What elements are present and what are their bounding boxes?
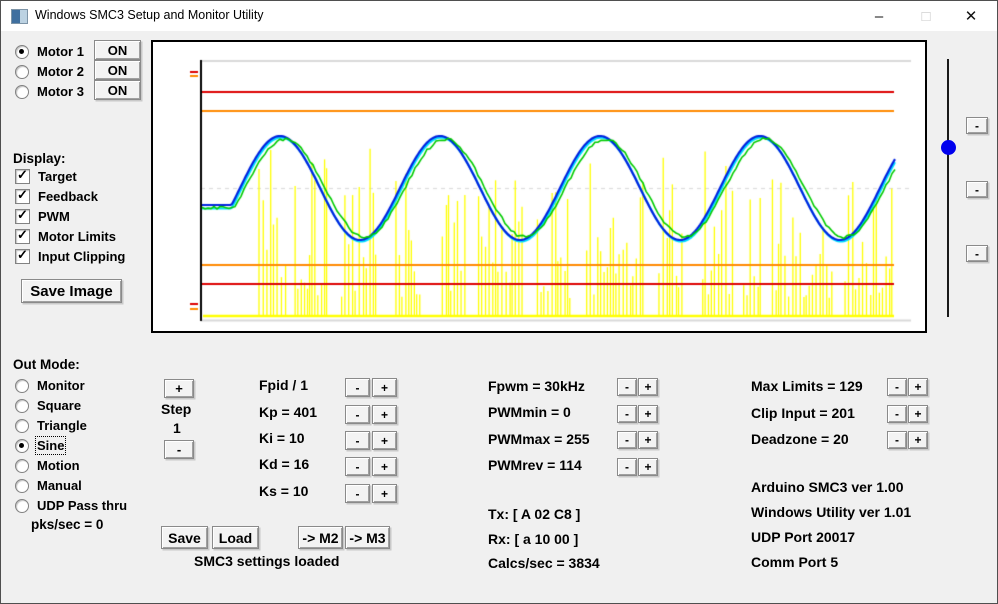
max-limits-minus-button[interactable]: - bbox=[887, 378, 907, 396]
out-mode-square-radio[interactable] bbox=[15, 398, 29, 413]
display-pwm-checkbox[interactable] bbox=[15, 207, 30, 224]
display-heading: Display: bbox=[13, 151, 66, 166]
clip-input-label: Clip Input = 201 bbox=[751, 405, 855, 421]
pwmmin-minus-button[interactable]: - bbox=[617, 405, 637, 423]
deadzone-minus-button[interactable]: - bbox=[887, 431, 907, 449]
slider-button-1[interactable]: - bbox=[966, 117, 988, 134]
ki-plus-button[interactable]: + bbox=[372, 431, 397, 450]
kd-plus-button[interactable]: + bbox=[372, 457, 397, 476]
kp-minus-button[interactable]: - bbox=[345, 405, 370, 424]
scope-canvas bbox=[153, 42, 925, 331]
pwmrev-plus-button[interactable]: + bbox=[638, 458, 658, 476]
display-pwm-label: PWM bbox=[38, 209, 70, 224]
out-mode-sine-radio[interactable] bbox=[15, 438, 29, 453]
clip-input-minus-button[interactable]: - bbox=[887, 405, 907, 423]
fpid-label: Fpid / 1 bbox=[259, 377, 308, 393]
fpwm-minus-button[interactable]: - bbox=[617, 378, 637, 396]
display-input-clipping-label: Input Clipping bbox=[38, 249, 126, 264]
ks-label: Ks = 10 bbox=[259, 483, 309, 499]
motor-1-on-button[interactable]: ON bbox=[94, 40, 141, 60]
kp-plus-button[interactable]: + bbox=[372, 405, 397, 424]
out-mode-manual-label: Manual bbox=[37, 478, 82, 493]
kd-minus-button[interactable]: - bbox=[345, 457, 370, 476]
pwmrev-label: PWMrev = 114 bbox=[488, 457, 582, 473]
out-mode-manual-radio[interactable] bbox=[15, 478, 29, 493]
out-mode-monitor-label: Monitor bbox=[37, 378, 85, 393]
display-motor-limits-label: Motor Limits bbox=[38, 229, 116, 244]
load-button[interactable]: Load bbox=[212, 526, 259, 549]
slider-button-2[interactable]: - bbox=[966, 181, 988, 198]
motor-2-label: Motor 2 bbox=[37, 64, 84, 79]
out-mode-motion-label: Motion bbox=[37, 458, 80, 473]
step-plus-button[interactable]: + bbox=[164, 379, 194, 398]
fpid-minus-button[interactable]: - bbox=[345, 378, 370, 397]
step-minus-button[interactable]: - bbox=[164, 440, 194, 459]
tx-readout: Tx: [ A 02 C8 ] bbox=[488, 506, 581, 522]
out-mode-sine-label: Sine bbox=[34, 436, 67, 455]
pwmmin-plus-button[interactable]: + bbox=[638, 405, 658, 423]
kp-label: Kp = 401 bbox=[259, 404, 317, 420]
ki-label: Ki = 10 bbox=[259, 430, 305, 446]
out-mode-triangle-label: Triangle bbox=[37, 418, 87, 433]
scope-scale-slider-thumb[interactable] bbox=[941, 140, 956, 155]
motor-3-label: Motor 3 bbox=[37, 84, 84, 99]
comm-port-label: Comm Port 5 bbox=[751, 554, 839, 570]
motor-2-on-button[interactable]: ON bbox=[94, 60, 141, 80]
ks-plus-button[interactable]: + bbox=[372, 484, 397, 503]
windows-utility-version-label: Windows Utility ver 1.01 bbox=[751, 504, 912, 520]
calcs-per-sec-readout: Calcs/sec = 3834 bbox=[488, 555, 600, 571]
scope-plot bbox=[151, 40, 927, 333]
slider-button-3[interactable]: - bbox=[966, 245, 988, 262]
out-mode-heading: Out Mode: bbox=[13, 357, 80, 372]
save-button[interactable]: Save bbox=[161, 526, 208, 549]
display-input-clipping-checkbox[interactable] bbox=[15, 247, 30, 264]
out-mode-triangle-radio[interactable] bbox=[15, 418, 29, 433]
fpid-plus-button[interactable]: + bbox=[372, 378, 397, 397]
out-mode-motion-radio[interactable] bbox=[15, 458, 29, 473]
arduino-version-label: Arduino SMC3 ver 1.00 bbox=[751, 479, 904, 495]
to-m3-button[interactable]: -> M3 bbox=[345, 526, 390, 549]
out-mode-udp-radio[interactable] bbox=[15, 498, 29, 513]
settings-status-text: SMC3 settings loaded bbox=[194, 553, 340, 569]
display-target-checkbox[interactable] bbox=[15, 167, 30, 184]
max-limits-plus-button[interactable]: + bbox=[908, 378, 928, 396]
to-m2-button[interactable]: -> M2 bbox=[298, 526, 343, 549]
pks-per-sec-label: pks/sec = 0 bbox=[31, 517, 104, 532]
max-limits-label: Max Limits = 129 bbox=[751, 378, 863, 394]
motor-3-radio[interactable] bbox=[15, 84, 29, 99]
ki-minus-button[interactable]: - bbox=[345, 431, 370, 450]
fpwm-label: Fpwm = 30kHz bbox=[488, 378, 585, 394]
out-mode-udp-label: UDP Pass thru bbox=[37, 498, 128, 513]
scope-scale-slider-track[interactable] bbox=[947, 59, 949, 317]
deadzone-plus-button[interactable]: + bbox=[908, 431, 928, 449]
motor-2-radio[interactable] bbox=[15, 64, 29, 79]
app-window: Windows SMC3 Setup and Monitor Utility –… bbox=[0, 0, 998, 604]
client-area: Motor 1 Motor 2 Motor 3 ON ON ON Display… bbox=[1, 1, 997, 603]
pwmmax-label: PWMmax = 255 bbox=[488, 431, 590, 447]
motor-1-label: Motor 1 bbox=[37, 44, 84, 59]
pwmmax-minus-button[interactable]: - bbox=[617, 431, 637, 449]
motor-3-on-button[interactable]: ON bbox=[94, 80, 141, 100]
display-motor-limits-checkbox[interactable] bbox=[15, 227, 30, 244]
udp-port-label: UDP Port 20017 bbox=[751, 529, 856, 545]
motor-1-radio[interactable] bbox=[15, 44, 29, 59]
display-feedback-label: Feedback bbox=[38, 189, 98, 204]
display-target-label: Target bbox=[38, 169, 77, 184]
save-image-button[interactable]: Save Image bbox=[21, 279, 122, 303]
step-value: 1 bbox=[173, 420, 181, 436]
pwmrev-minus-button[interactable]: - bbox=[617, 458, 637, 476]
kd-label: Kd = 16 bbox=[259, 456, 310, 472]
fpwm-plus-button[interactable]: + bbox=[638, 378, 658, 396]
out-mode-monitor-radio[interactable] bbox=[15, 378, 29, 393]
pwmmax-plus-button[interactable]: + bbox=[638, 431, 658, 449]
pwmmin-label: PWMmin = 0 bbox=[488, 404, 571, 420]
clip-input-plus-button[interactable]: + bbox=[908, 405, 928, 423]
rx-readout: Rx: [ a 10 00 ] bbox=[488, 531, 579, 547]
deadzone-label: Deadzone = 20 bbox=[751, 431, 849, 447]
ks-minus-button[interactable]: - bbox=[345, 484, 370, 503]
step-label: Step bbox=[161, 401, 192, 417]
out-mode-square-label: Square bbox=[37, 398, 82, 413]
display-feedback-checkbox[interactable] bbox=[15, 187, 30, 204]
